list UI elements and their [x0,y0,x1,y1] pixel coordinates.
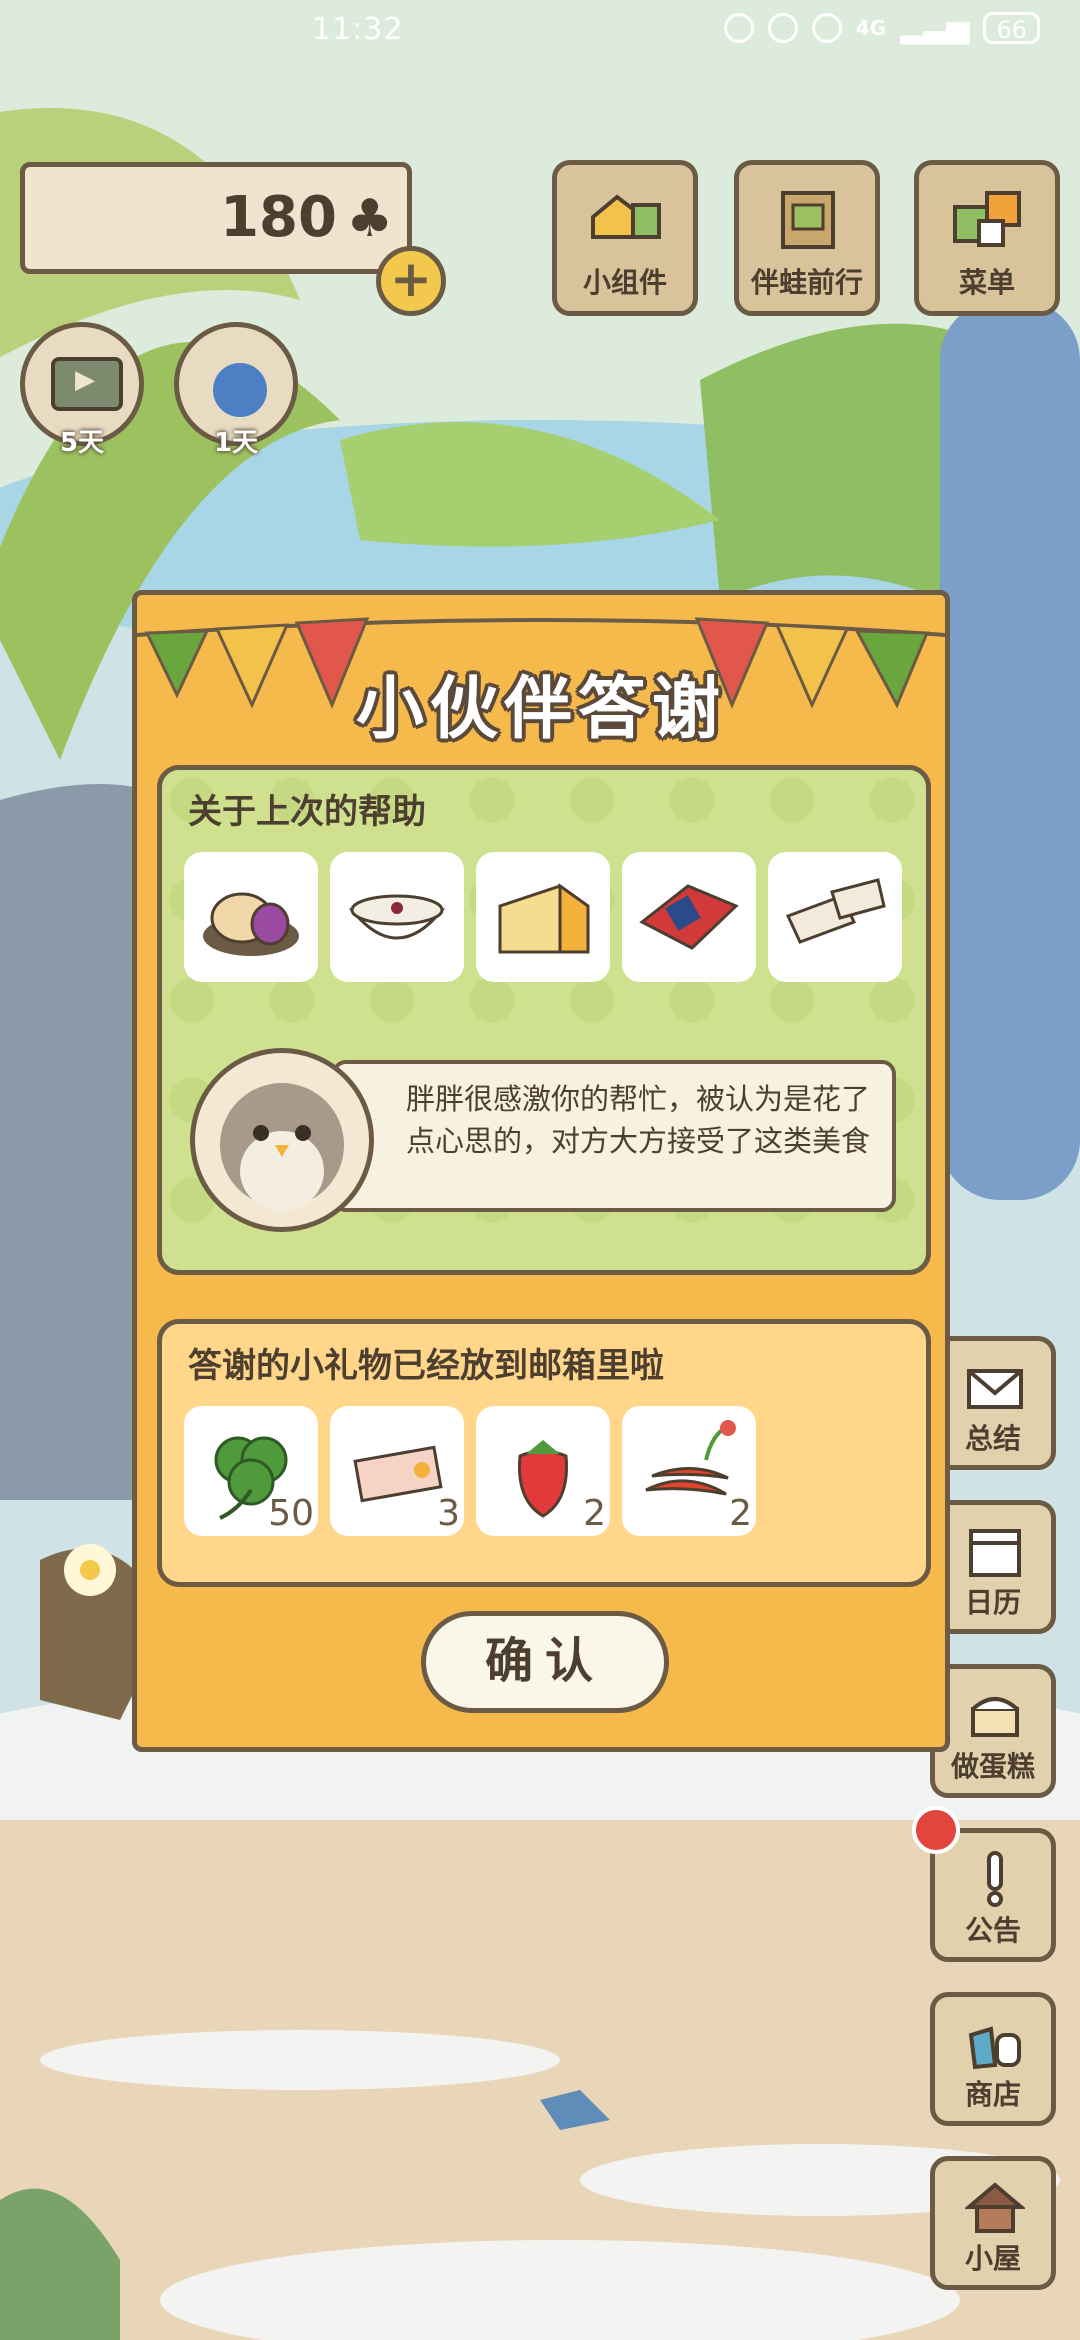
nougat-icon [785,878,886,944]
clover-counter: 180 ♣ [20,162,412,274]
clover-count: 180 [220,185,337,250]
shop-button[interactable]: 商店 [930,1992,1056,2126]
battery-indicator: 66 [983,11,1040,44]
gift-item[interactable]: 2 [622,1406,756,1536]
shop-icon [968,2026,1021,2070]
notice-label: 公告 [964,1914,1021,1947]
visitor-timer-label: 1天 [213,428,259,458]
menu-button[interactable]: 菜单 [914,160,1060,316]
status-time: 11:32 [312,12,404,47]
thanks-message: 胖胖很感激你的帮忙，被认为是花了点心思的，对方大方接受了这类美食 [406,1082,871,1158]
porridge-icon [348,894,446,940]
gift-item[interactable]: 2 [476,1406,610,1536]
food-item[interactable] [476,852,610,982]
help-heading: 关于上次的帮助 [188,792,426,832]
network-label: 4G [855,15,887,40]
chili-icon [645,1420,736,1496]
food-item[interactable] [330,852,464,982]
gift-heading: 答谢的小礼物已经放到邮箱里啦 [188,1346,664,1386]
shop-label: 商店 [964,2078,1021,2111]
gift-item[interactable]: 3 [330,1406,464,1536]
menu-label: 菜单 [958,266,1015,299]
notice-icon [987,1851,1003,1907]
mail-icon [967,1369,1023,1409]
status-icons: 4G ▂▃▅ 66 [723,10,1040,45]
dialog-title: 小伙伴答谢 [355,670,726,749]
gift-qty: 3 [437,1493,460,1534]
food-item[interactable] [768,852,902,982]
tv-timer-button[interactable]: 5天 [20,322,144,458]
friend-avatar [190,1048,374,1232]
eye-icon [723,12,754,43]
visitor-timer-button[interactable]: 1天 [174,322,298,458]
make-cake-label: 做蛋糕 [950,1750,1035,1783]
food-item[interactable] [184,852,318,982]
gift-item[interactable]: 50 [184,1406,318,1536]
gift-panel: 答谢的小礼物已经放到邮箱里啦 50 3 2 2 [157,1319,931,1587]
house-button[interactable]: 小屋 [930,2156,1056,2290]
house-label: 小屋 [964,2242,1021,2275]
house-icon [965,2182,1025,2233]
album-button[interactable]: 伴蛙前行 [734,160,880,316]
widget-label: 小组件 [582,266,667,299]
clover-icon: ♣ [346,189,393,249]
album-label: 伴蛙前行 [750,266,863,299]
status-bar: 11:32 4G ▂▃▅ 66 [0,0,1080,60]
gift-list: 50 3 2 2 [184,1406,756,1536]
confirm-button[interactable]: 确认 [421,1611,669,1713]
gift-qty: 2 [729,1493,752,1534]
menu-icon [953,191,1021,247]
widget-button[interactable]: 小组件 [552,160,698,316]
calendar-icon [969,1529,1021,1577]
notification-badge [912,1806,960,1854]
widget-icon [591,194,661,239]
add-clover-button[interactable]: + [376,246,446,316]
signal-icon: ▂▃▅ [900,10,970,45]
calendar-label: 日历 [964,1586,1021,1619]
visitor-icon [213,363,267,417]
message-bubble: 胖胖很感激你的帮忙，被认为是花了点心思的，对方大方接受了这类美食 [332,1060,896,1212]
cake-icon [971,1697,1019,1737]
ticket-icon [353,1445,443,1503]
alarm-icon [767,12,798,43]
gift-box-icon [639,884,739,950]
food-item[interactable] [622,852,756,982]
summary-label: 总结 [964,1422,1021,1455]
mooncake-icon [203,892,299,956]
bluetooth-icon [811,12,842,43]
tv-timer-label: 5天 [59,428,105,458]
cheese-icon [498,883,590,954]
strawberry-icon [517,1440,569,1518]
bird-icon [220,1083,344,1211]
album-icon [781,191,835,249]
gift-qty: 2 [583,1493,606,1534]
thanks-dialog: 小伙伴答谢 关于上次的帮助 胖胖很感激你的帮忙，被认为是花了点心思的，对方大方接… [132,590,950,1752]
help-panel: 关于上次的帮助 胖胖很感激你的帮忙，被认为是花了点心思的，对方大方接受了这类美食 [157,765,931,1275]
food-list [184,852,902,982]
gift-qty: 50 [268,1493,314,1534]
tv-icon [51,357,123,411]
